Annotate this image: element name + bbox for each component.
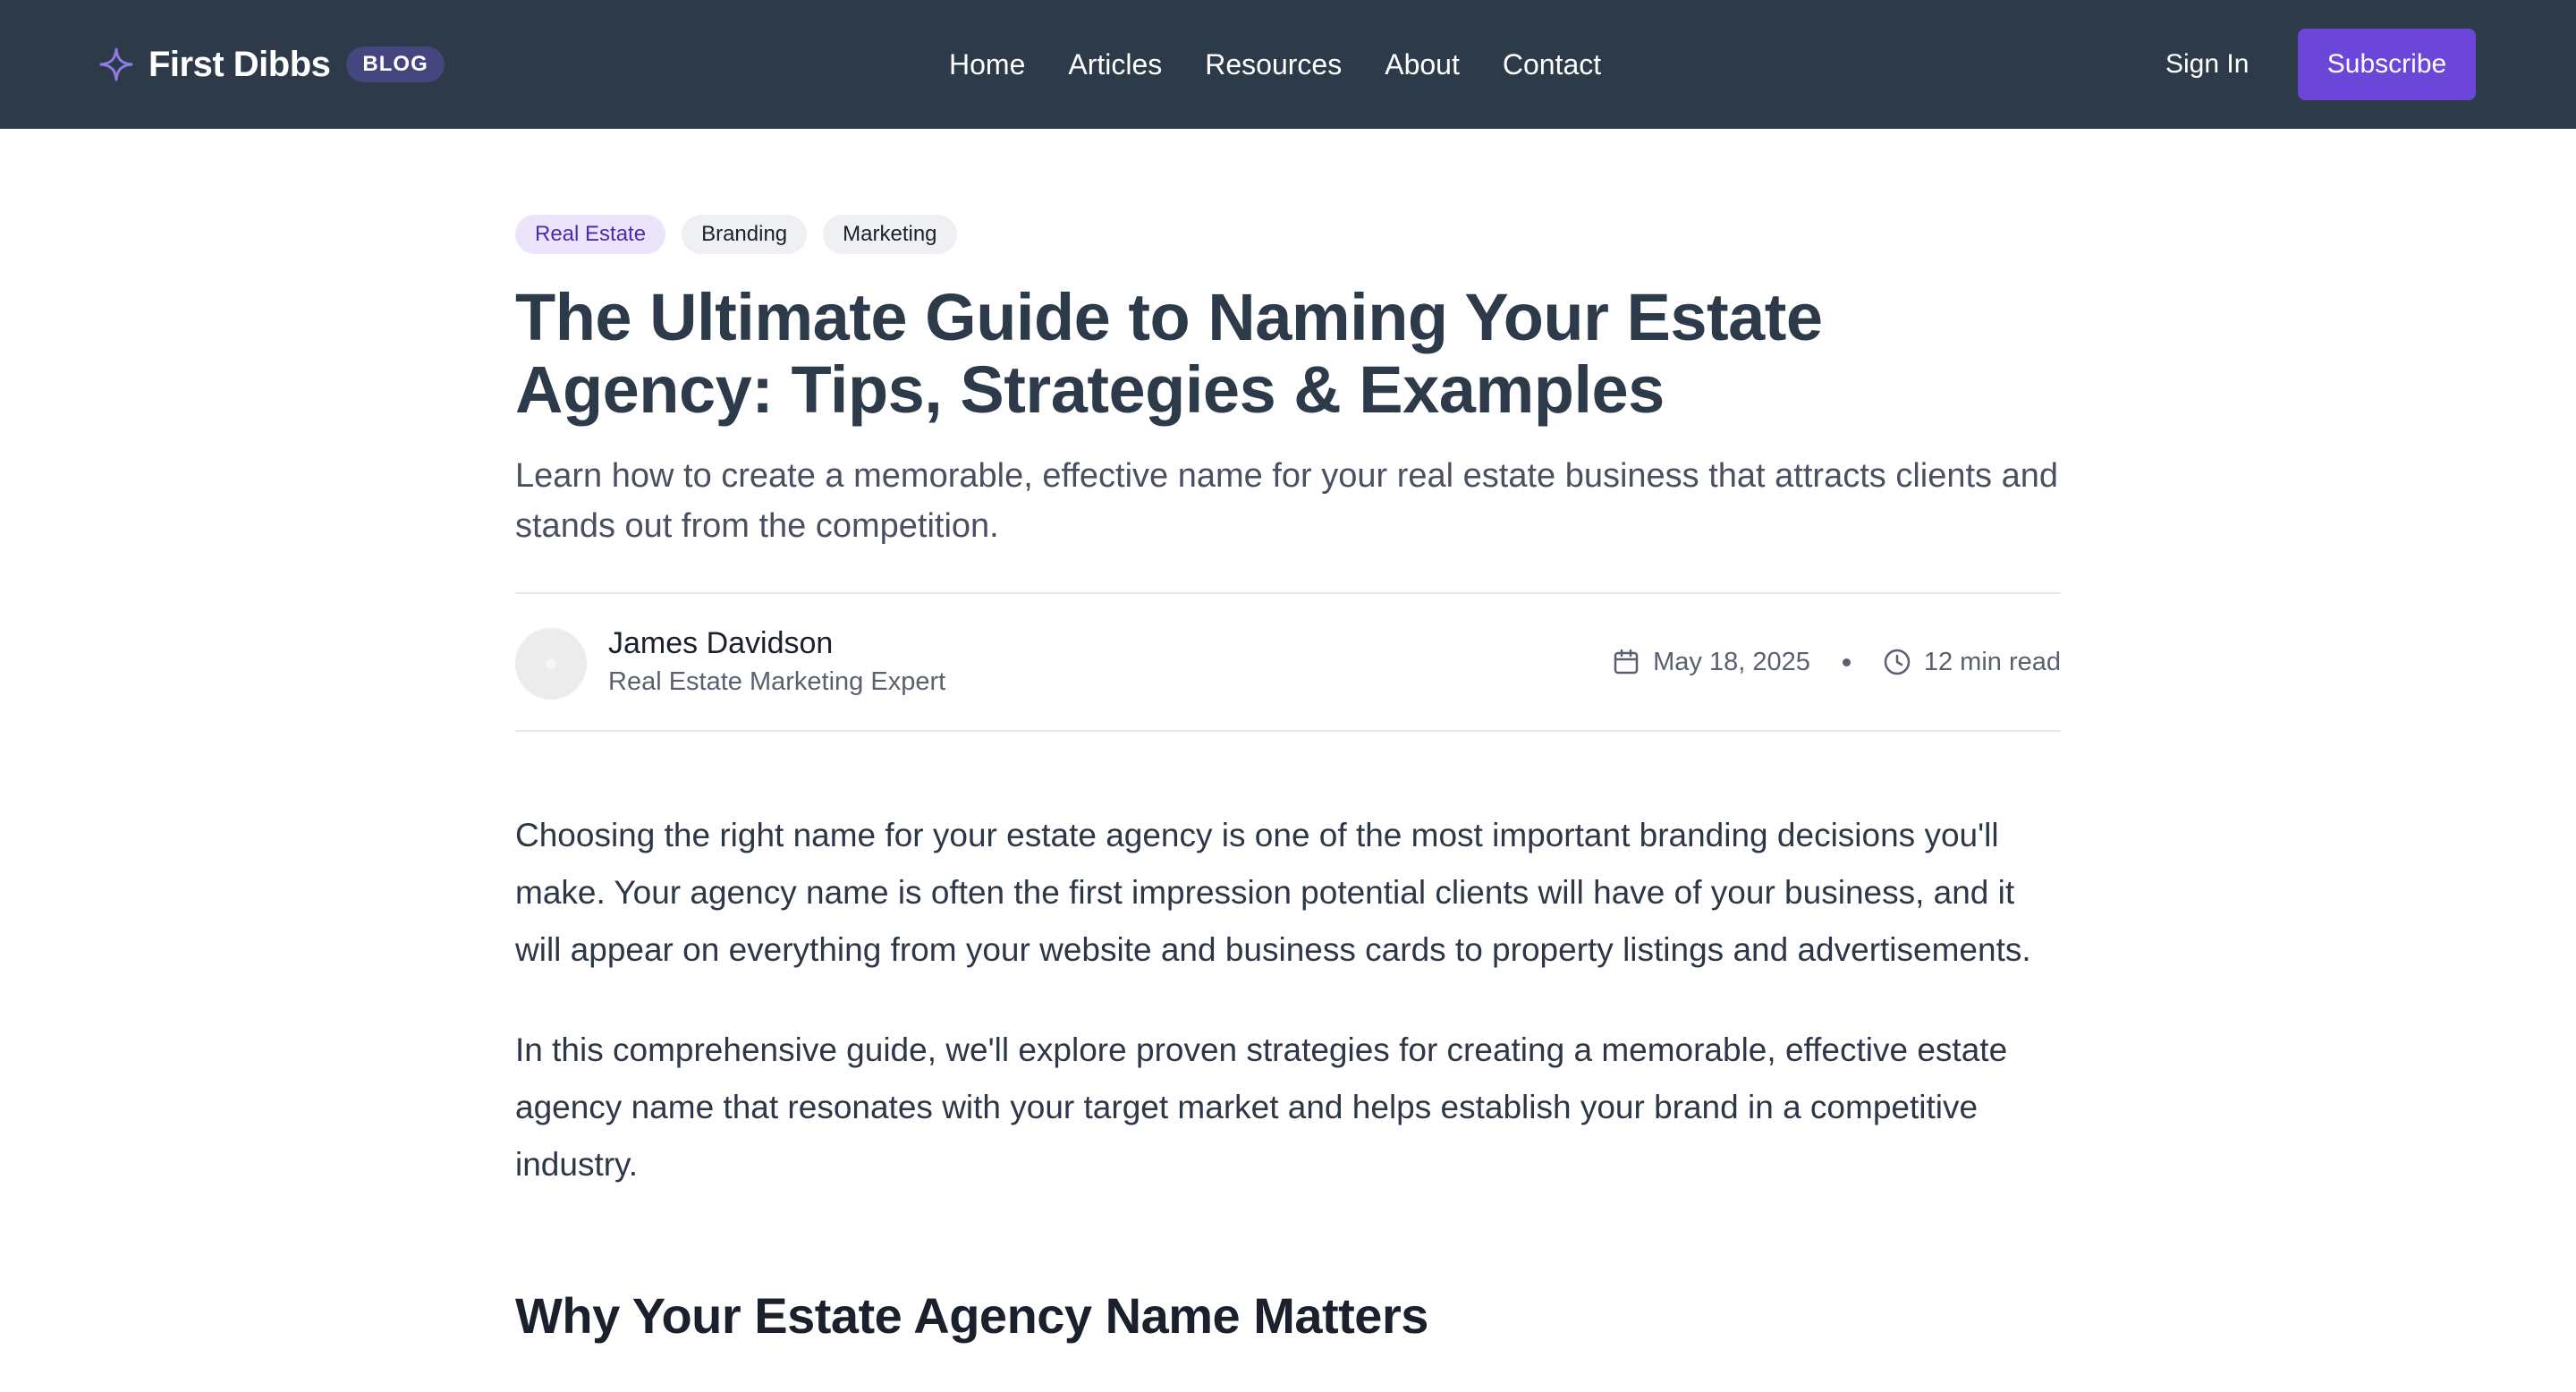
tag-branding[interactable]: Branding <box>682 215 808 254</box>
clock-icon <box>1884 649 1911 675</box>
author-role: Real Estate Marketing Expert <box>608 667 946 696</box>
article-meta: James Davidson Real Estate Marketing Exp… <box>515 592 2061 732</box>
calendar-icon <box>1614 649 1639 675</box>
article-subtitle: Learn how to create a memorable, effecti… <box>515 457 2058 545</box>
separator-dot <box>1842 658 1851 666</box>
publish-date: May 18, 2025 <box>1653 647 1810 676</box>
nav-home[interactable]: Home <box>949 48 1025 81</box>
brand[interactable]: First Dibbs BLOG <box>98 0 445 129</box>
nav-contact[interactable]: Contact <box>1503 48 1601 81</box>
tag-marketing[interactable]: Marketing <box>823 215 957 254</box>
section-heading: Why Your Estate Agency Name Matters <box>515 1287 1428 1344</box>
subscribe-button[interactable]: Subscribe <box>2298 29 2476 100</box>
top-navigation-bar: First Dibbs BLOG Home Articles Resources… <box>0 0 2576 129</box>
tag-real-estate[interactable]: Real Estate <box>515 215 666 254</box>
nav-articles[interactable]: Articles <box>1068 48 1162 81</box>
avatar[interactable] <box>515 628 587 700</box>
avatar-placeholder <box>546 658 556 669</box>
sparkle-icon <box>98 47 134 82</box>
author-name[interactable]: James Davidson <box>608 626 833 661</box>
guide-paragraph: In this comprehensive guide, we'll explo… <box>515 1031 2008 1183</box>
nav-about[interactable]: About <box>1385 48 1460 81</box>
tag-list: Real Estate Branding Marketing <box>515 215 2061 254</box>
main-nav: Home Articles Resources About Contact <box>949 0 1601 129</box>
brand-name: First Dibbs <box>148 44 331 84</box>
article-title: The Ultimate Guide to Naming Your Estate… <box>515 280 1823 427</box>
article: Real Estate Branding Marketing The Ultim… <box>515 215 2061 1345</box>
blog-badge: BLOG <box>346 47 445 82</box>
sign-in-link[interactable]: Sign In <box>2165 0 2249 129</box>
intro-paragraph: Choosing the right name for your estate … <box>515 817 2031 968</box>
read-time: 12 min read <box>1923 647 2061 676</box>
post-info: May 18, 2025 12 min read <box>1612 594 2061 730</box>
nav-resources[interactable]: Resources <box>1205 48 1342 81</box>
